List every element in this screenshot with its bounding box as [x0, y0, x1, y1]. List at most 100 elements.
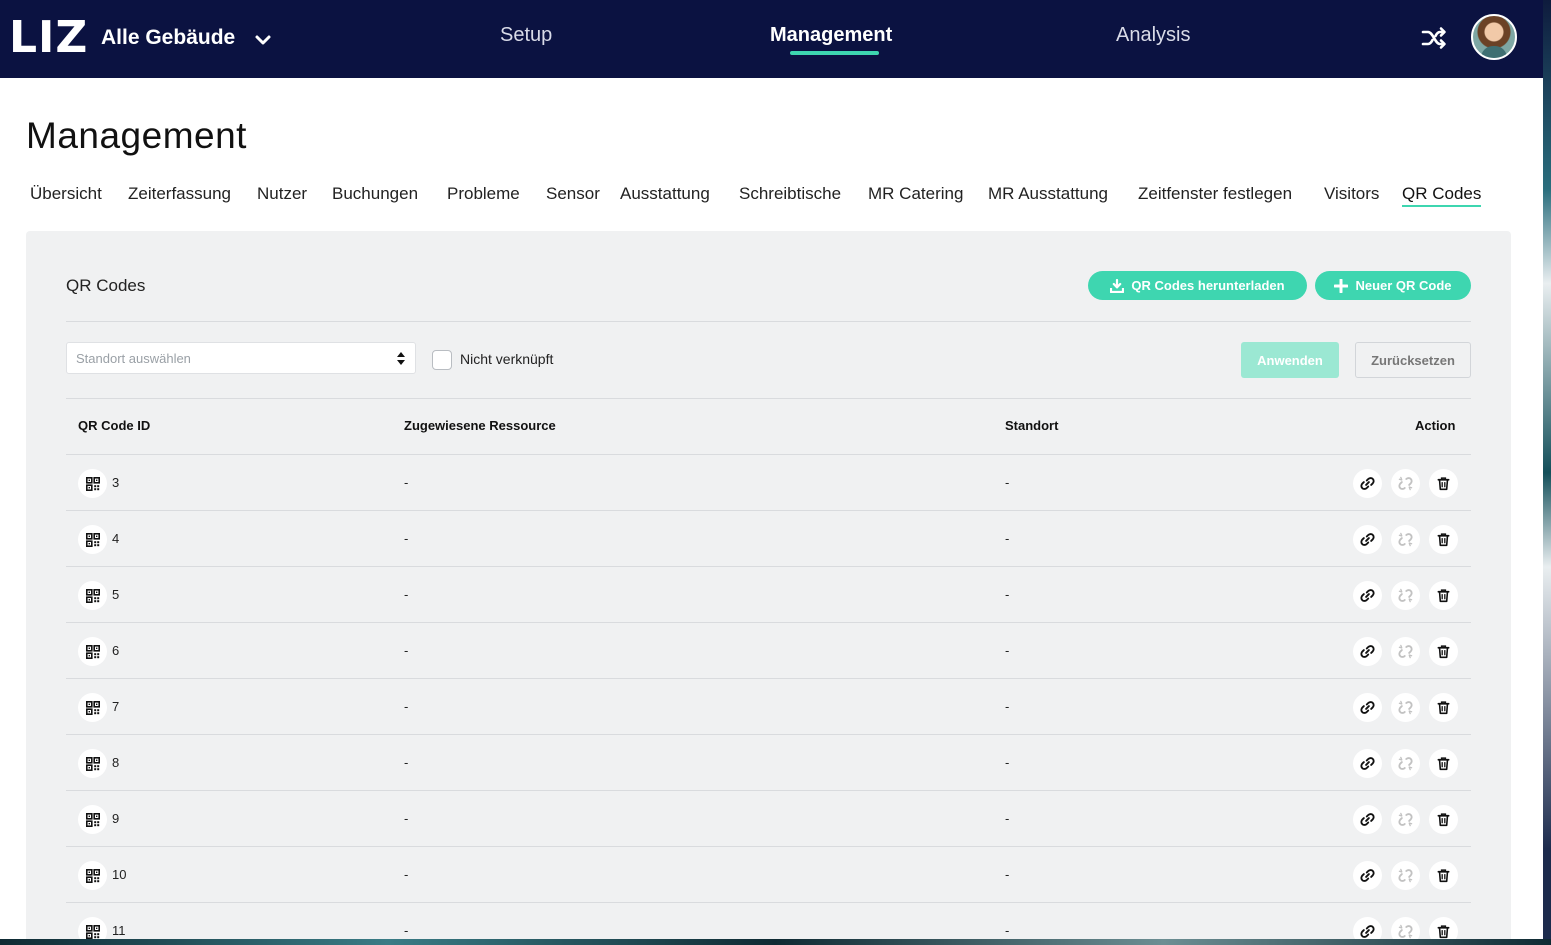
tab-nutzer[interactable]: Nutzer — [257, 183, 307, 205]
trash-icon[interactable] — [1429, 917, 1458, 939]
trash-icon[interactable] — [1429, 861, 1458, 890]
unlink-icon — [1391, 693, 1420, 722]
unlinked-checkbox[interactable] — [432, 350, 452, 370]
tab-ausstattung[interactable]: Ausstattung — [620, 183, 710, 205]
top-navigation-bar: LIZ Alle Gebäude Setup Management Analys… — [0, 0, 1543, 78]
avatar-figure — [1481, 46, 1507, 58]
link-icon[interactable] — [1353, 469, 1382, 498]
unlinked-checkbox-label[interactable]: Nicht verknüpft — [460, 351, 553, 367]
tab-zeiterfassung[interactable]: Zeiterfassung — [128, 183, 231, 205]
qr-code-id-cell: 10 — [112, 867, 127, 882]
reset-button[interactable]: Zurücksetzen — [1355, 342, 1471, 378]
location-cell: - — [1005, 811, 1010, 826]
link-icon[interactable] — [1353, 581, 1382, 610]
qr-code-icon[interactable] — [78, 469, 107, 498]
resource-cell: - — [404, 923, 409, 938]
browser-window: LIZ Alle Gebäude Setup Management Analys… — [0, 0, 1543, 939]
table-row[interactable]: 6 - - — [66, 623, 1471, 679]
link-icon[interactable] — [1353, 749, 1382, 778]
qr-code-id-cell: 5 — [112, 587, 120, 602]
location-cell: - — [1005, 923, 1010, 938]
column-header-resource[interactable]: Zugewiesene Ressource — [404, 418, 556, 433]
tab-mr-catering[interactable]: MR Catering — [868, 183, 963, 205]
tab-uebersicht[interactable]: Übersicht — [30, 183, 102, 205]
sort-arrows-icon — [397, 352, 405, 365]
nav-analysis[interactable]: Analysis — [1116, 22, 1190, 48]
qr-code-icon[interactable] — [78, 525, 107, 554]
shuffle-icon[interactable] — [1420, 24, 1448, 52]
unlink-icon — [1391, 861, 1420, 890]
tab-visitors[interactable]: Visitors — [1324, 183, 1379, 205]
location-cell: - — [1005, 643, 1010, 658]
trash-icon[interactable] — [1429, 749, 1458, 778]
user-avatar[interactable] — [1471, 14, 1517, 60]
nav-setup[interactable]: Setup — [500, 22, 552, 48]
trash-icon[interactable] — [1429, 469, 1458, 498]
location-cell: - — [1005, 587, 1010, 602]
column-header-qr-code-id[interactable]: QR Code ID — [78, 418, 150, 433]
trash-icon[interactable] — [1429, 637, 1458, 666]
divider — [66, 321, 1471, 322]
nav-active-indicator — [790, 51, 879, 55]
desktop-window-edge — [1543, 0, 1551, 945]
resource-cell: - — [404, 755, 409, 770]
qr-code-icon[interactable] — [78, 637, 107, 666]
table-row[interactable]: 5 - - — [66, 567, 1471, 623]
link-icon[interactable] — [1353, 861, 1382, 890]
trash-icon[interactable] — [1429, 581, 1458, 610]
unlink-icon — [1391, 637, 1420, 666]
building-selector[interactable]: Alle Gebäude — [101, 24, 235, 52]
qr-code-icon[interactable] — [78, 749, 107, 778]
trash-icon[interactable] — [1429, 693, 1458, 722]
qr-code-id-cell: 4 — [112, 531, 120, 546]
unlink-icon — [1391, 805, 1420, 834]
page-title: Management — [26, 115, 247, 156]
new-button-label: Neuer QR Code — [1355, 278, 1452, 293]
app-logo[interactable]: LIZ — [9, 16, 88, 60]
panel-title: QR Codes — [66, 276, 146, 295]
resource-cell: - — [404, 699, 409, 714]
download-qr-codes-button[interactable]: QR Codes herunterladen — [1088, 271, 1307, 300]
new-qr-code-button[interactable]: Neuer QR Code — [1315, 271, 1471, 300]
unlink-icon — [1391, 749, 1420, 778]
qr-code-id-cell: 6 — [112, 643, 120, 658]
qr-code-id-cell: 7 — [112, 699, 120, 714]
link-icon[interactable] — [1353, 637, 1382, 666]
tab-buchungen[interactable]: Buchungen — [332, 183, 418, 205]
tab-qr-codes[interactable]: QR Codes — [1402, 183, 1481, 205]
tab-schreibtische[interactable]: Schreibtische — [739, 183, 841, 205]
link-icon[interactable] — [1353, 693, 1382, 722]
resource-cell: - — [404, 867, 409, 882]
qr-code-icon[interactable] — [78, 581, 107, 610]
qr-code-icon[interactable] — [78, 861, 107, 890]
qr-code-icon[interactable] — [78, 693, 107, 722]
download-icon — [1110, 278, 1125, 293]
tab-mr-ausstattung[interactable]: MR Ausstattung — [988, 183, 1108, 205]
table-row[interactable]: 4 - - — [66, 511, 1471, 567]
location-cell: - — [1005, 531, 1010, 546]
desktop-taskbar-edge — [0, 939, 1551, 945]
tab-zeitfenster-festlegen[interactable]: Zeitfenster festlegen — [1138, 183, 1292, 205]
trash-icon[interactable] — [1429, 805, 1458, 834]
chevron-down-icon[interactable] — [253, 30, 273, 50]
table-row[interactable]: 3 - - — [66, 455, 1471, 511]
unlink-icon — [1391, 525, 1420, 554]
qr-code-icon[interactable] — [78, 805, 107, 834]
table-row[interactable]: 8 - - — [66, 735, 1471, 791]
table-row[interactable]: 10 - - — [66, 847, 1471, 903]
nav-management[interactable]: Management — [770, 22, 892, 48]
location-select[interactable]: Standort auswählen — [66, 342, 416, 374]
column-header-location[interactable]: Standort — [1005, 418, 1058, 433]
link-icon[interactable] — [1353, 525, 1382, 554]
apply-button[interactable]: Anwenden — [1241, 342, 1339, 378]
tab-sensor[interactable]: Sensor — [546, 183, 600, 205]
tab-active-indicator — [1402, 205, 1481, 207]
qr-code-icon[interactable] — [78, 917, 107, 939]
link-icon[interactable] — [1353, 805, 1382, 834]
trash-icon[interactable] — [1429, 525, 1458, 554]
tab-probleme[interactable]: Probleme — [447, 183, 520, 205]
table-row[interactable]: 9 - - — [66, 791, 1471, 847]
table-row[interactable]: 7 - - — [66, 679, 1471, 735]
link-icon[interactable] — [1353, 917, 1382, 939]
table-row[interactable]: 11 - - — [66, 903, 1471, 939]
